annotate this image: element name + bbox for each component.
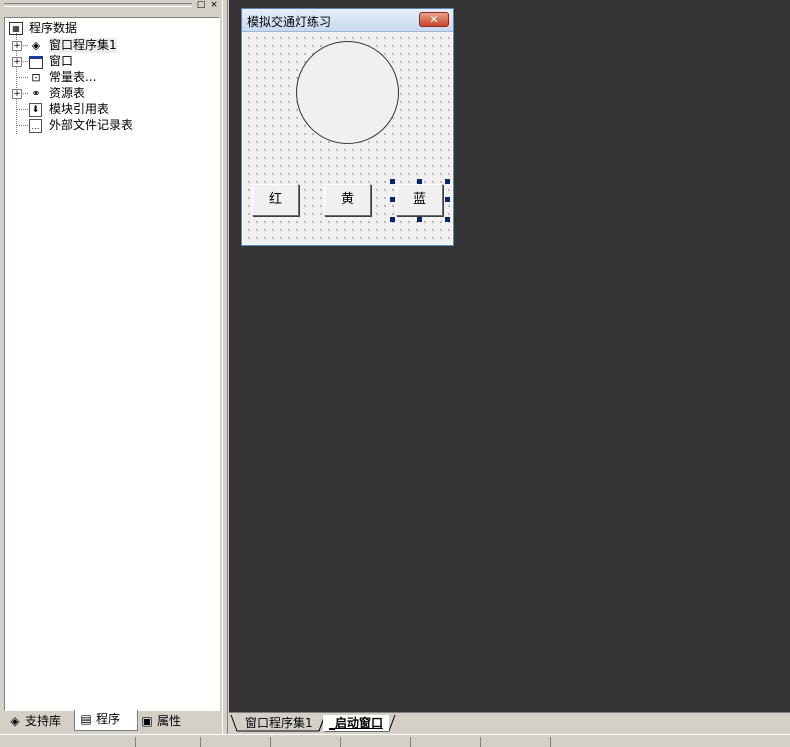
tree-item-program-data[interactable]: ▦ 程序数据 [7, 21, 207, 36]
tree-item-window[interactable]: + 窗口 [5, 54, 205, 69]
expand-icon[interactable]: + [12, 57, 22, 67]
tab-startup-window[interactable]: _启动窗口 [323, 715, 390, 731]
tab-label: 程序 [96, 712, 121, 726]
project-tree[interactable]: ▦ 程序数据 + ◈ 窗口程序集1 + 窗口 ⊡ 常量表... + ⚭ 资源表 … [4, 17, 220, 711]
panel-tabs: ◈ 支持库 ▤ 程序 ▣ 属性 [4, 710, 218, 732]
tree-item-constant-table[interactable]: ⊡ 常量表... [5, 70, 205, 85]
tree-item-label: 模块引用表 [49, 102, 110, 116]
tab-properties[interactable]: ▣ 属性 [136, 712, 198, 730]
project-panel: □ × ▦ 程序数据 + ◈ 窗口程序集1 + 窗口 ⊡ 常量表... + ⚭ … [0, 0, 226, 746]
program-data-icon: ▦ [9, 22, 23, 35]
tab-label: 属性 [157, 714, 182, 728]
expand-icon[interactable]: + [12, 89, 22, 99]
properties-icon: ▣ [141, 714, 153, 728]
module-reference-icon: ⬇ [29, 103, 42, 117]
window-icon [29, 56, 43, 69]
external-file-icon: … [29, 119, 42, 133]
red-button[interactable]: 红 [252, 184, 299, 216]
module-stack-icon: ◈ [31, 39, 41, 52]
tree-item-label: 窗口 [49, 54, 74, 68]
tree-item-label: 常量表... [49, 70, 97, 84]
selection-handle[interactable] [417, 217, 422, 222]
resource-table-icon: ⚭ [31, 87, 41, 100]
program-icon: ▤ [80, 712, 92, 726]
panel-close-button[interactable]: × [209, 0, 219, 10]
panel-grip[interactable] [4, 3, 192, 7]
blue-button[interactable]: 蓝 [396, 184, 443, 216]
tree-item-label: 程序数据 [29, 21, 78, 35]
tree-item-window-module[interactable]: + ◈ 窗口程序集1 [5, 38, 205, 53]
panel-splitter[interactable] [222, 0, 228, 746]
tab-label: 支持库 [25, 714, 62, 728]
library-icon: ◈ [10, 714, 20, 728]
selection-handle[interactable] [390, 179, 395, 184]
tree-item-label: 窗口程序集1 [49, 38, 117, 53]
tree-item-external-file[interactable]: … 外部文件记录表 [5, 118, 205, 133]
selection-handle[interactable] [445, 217, 450, 222]
tab-library[interactable]: ◈ 支持库 [4, 712, 76, 730]
panel-restore-button[interactable]: □ [196, 0, 206, 10]
tree-item-label: 外部文件记录表 [49, 118, 134, 132]
panel-titlebar: □ × [4, 0, 222, 10]
form-canvas[interactable]: 红 黄 蓝 [243, 32, 452, 244]
tree-item-label: 资源表 [49, 86, 86, 100]
designer-form-window[interactable]: 模拟交通灯练习 ✕ 红 黄 蓝 [241, 8, 454, 246]
tab-program[interactable]: ▤ 程序 [74, 710, 138, 731]
close-icon[interactable]: ✕ [419, 12, 449, 27]
tree-item-resource-table[interactable]: + ⚭ 资源表 [5, 86, 205, 101]
selection-handle[interactable] [390, 197, 395, 202]
document-tabs: 窗口程序集1 _启动窗口 [229, 712, 790, 735]
status-bar [0, 734, 790, 747]
selection-handle[interactable] [445, 197, 450, 202]
form-titlebar[interactable]: 模拟交通灯练习 ✕ [242, 9, 453, 32]
expand-icon[interactable]: + [12, 41, 22, 51]
form-title: 模拟交通灯练习 [247, 15, 332, 29]
selection-handle[interactable] [445, 179, 450, 184]
constant-table-icon: ⊡ [31, 71, 41, 84]
tree-item-module-reference[interactable]: ⬇ 模块引用表 [5, 102, 205, 117]
selection-handle[interactable] [417, 179, 422, 184]
selection-handle[interactable] [390, 217, 395, 222]
tab-window-module[interactable]: 窗口程序集1 [239, 715, 319, 731]
traffic-light-circle[interactable] [296, 41, 399, 144]
yellow-button[interactable]: 黄 [324, 184, 371, 216]
